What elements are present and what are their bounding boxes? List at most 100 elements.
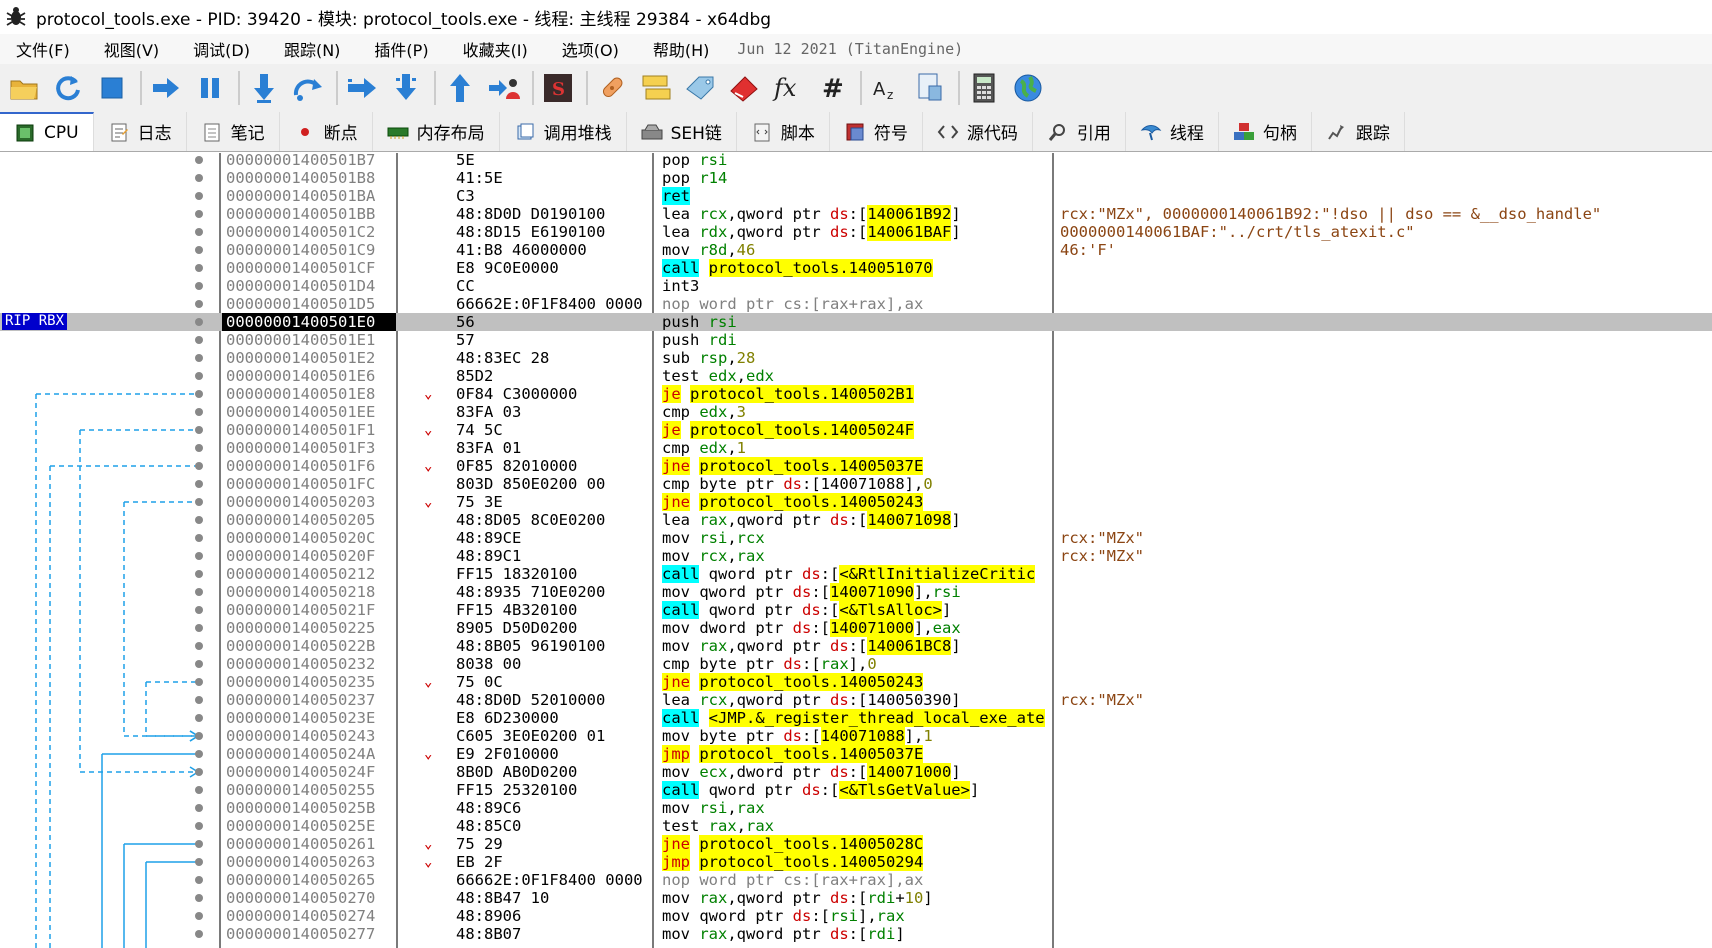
breakpoint-dot[interactable] xyxy=(195,372,203,380)
bookmark-icon[interactable] xyxy=(724,68,764,108)
disasm-row[interactable]: 0000000140050218 48:8935 710E0200 mov qwor… xyxy=(0,583,1712,601)
breakpoint-dot[interactable] xyxy=(195,930,203,938)
run-to-user-code-icon[interactable] xyxy=(484,68,524,108)
breakpoint-dot[interactable] xyxy=(195,588,203,596)
breakpoint-dot[interactable] xyxy=(195,300,203,308)
disasm-row[interactable]: 00000001400501EE 83FA 03 cmp edx,3 xyxy=(0,403,1712,421)
tab-threads[interactable]: 线程 xyxy=(1126,112,1219,151)
menu-file[interactable]: 文件(F) xyxy=(16,37,70,61)
breakpoint-dot[interactable] xyxy=(195,498,203,506)
pause-icon[interactable] xyxy=(190,68,230,108)
label-icon[interactable] xyxy=(680,68,720,108)
disasm-row[interactable]: 00000001400501E1 57 push rdi xyxy=(0,331,1712,349)
disasm-row[interactable]: 0000000140050232 8038 00 cmp byte ptr ds:[… xyxy=(0,655,1712,673)
disasm-row[interactable]: 000000014005022B 48:8B05 96190100 mov rax,… xyxy=(0,637,1712,655)
disasm-row[interactable]: 00000001400501BA C3 ret xyxy=(0,187,1712,205)
breakpoint-dot[interactable] xyxy=(195,426,203,434)
breakpoint-dot[interactable] xyxy=(195,678,203,686)
disasm-row[interactable]: 00000001400501E2 48:83EC 28 sub rsp,28 xyxy=(0,349,1712,367)
breakpoint-dot[interactable] xyxy=(195,570,203,578)
breakpoint-dot[interactable] xyxy=(195,660,203,668)
breakpoint-dot[interactable] xyxy=(195,642,203,650)
breakpoint-dot[interactable] xyxy=(195,246,203,254)
disasm-row[interactable]: 0000000140050261 ⌄ 75 29 jne protocol_tools… xyxy=(0,835,1712,853)
breakpoint-dot[interactable] xyxy=(195,318,203,326)
menu-debug[interactable]: 调试(D) xyxy=(193,37,250,61)
disasm-row[interactable]: 0000000140050203 ⌄ 75 3E jne protocol_tools… xyxy=(0,493,1712,511)
breakpoint-dot[interactable] xyxy=(195,174,203,182)
run-until-return-icon[interactable] xyxy=(440,68,480,108)
disasm-row[interactable]: 0000000140050274 48:8906 mov qword ptr ds:… xyxy=(0,907,1712,925)
breakpoint-dot[interactable] xyxy=(195,624,203,632)
breakpoint-dot[interactable] xyxy=(195,534,203,542)
comment-icon[interactable] xyxy=(636,68,676,108)
disasm-row[interactable]: 000000014005024A ⌄ E9 2F010000 jmp protocol… xyxy=(0,745,1712,763)
tab-call-stack[interactable]: 调用堆栈 xyxy=(500,112,627,151)
disasm-row[interactable]: 000000014005023E E8 6D230000 call <JMP.&_r… xyxy=(0,709,1712,727)
menu-favourites[interactable]: 收藏夹(I) xyxy=(463,37,528,61)
disasm-row[interactable]: 00000001400501F1 ⌄ 74 5C je protocol_tools.… xyxy=(0,421,1712,439)
tab-log[interactable]: 日志 xyxy=(94,112,187,151)
run-to-user-icon[interactable] xyxy=(342,68,382,108)
tab-trace[interactable]: 跟踪 xyxy=(1312,112,1405,151)
disasm-row[interactable]: 000000014005025B 48:89C6 mov rsi,rax xyxy=(0,799,1712,817)
disasm-row[interactable]: 0000000140050255 FF15 25320100 call qword … xyxy=(0,781,1712,799)
tab-memory-map[interactable]: 内存布局 xyxy=(373,112,500,151)
disasm-row[interactable]: 000000014005021F FF15 4B320100 call qword … xyxy=(0,601,1712,619)
breakpoint-dot[interactable] xyxy=(195,210,203,218)
tab-notes[interactable]: 笔记 xyxy=(187,112,280,151)
breakpoint-dot[interactable] xyxy=(195,804,203,812)
breakpoint-dot[interactable] xyxy=(195,858,203,866)
breakpoint-dot[interactable] xyxy=(195,480,203,488)
disasm-row[interactable]: 0000000140050225 8905 D50D0200 mov dword p… xyxy=(0,619,1712,637)
disasm-row[interactable]: 0000000140050277 48:8B07 mov rax,qword ptr… xyxy=(0,925,1712,943)
breakpoint-dot[interactable] xyxy=(195,732,203,740)
breakpoint-dot[interactable] xyxy=(195,192,203,200)
tab-symbols[interactable]: 符号 xyxy=(830,112,923,151)
breakpoint-dot[interactable] xyxy=(195,444,203,452)
disasm-row[interactable]: 00000001400501B8 41:5E pop r14 xyxy=(0,169,1712,187)
breakpoint-dot[interactable] xyxy=(195,462,203,470)
disasm-row[interactable]: 0000000140050263 ⌄ EB 2F jmp protocol_tools… xyxy=(0,853,1712,871)
disasm-row[interactable]: 0000000140050237 48:8D0D 52010000 lea rcx,… xyxy=(0,691,1712,709)
patch-icon[interactable] xyxy=(592,68,632,108)
disasm-row[interactable]: 000000014005020F 48:89C1 mov rcx,rax rcx:"M… xyxy=(0,547,1712,565)
cpu-disassembly-view[interactable]: 00000001400501B7 5E pop rsi 00000001400501B… xyxy=(0,151,1712,948)
breakpoint-dot[interactable] xyxy=(195,786,203,794)
breakpoint-dot[interactable] xyxy=(195,390,203,398)
disasm-row[interactable]: 00000001400501B7 5E pop rsi xyxy=(0,151,1712,169)
disasm-row[interactable]: 0000000140050205 48:8D05 8C0E0200 lea rax,… xyxy=(0,511,1712,529)
breakpoint-dot[interactable] xyxy=(195,822,203,830)
scylla-icon[interactable]: S xyxy=(538,68,578,108)
restart-icon[interactable] xyxy=(48,68,88,108)
step-into-trace-icon[interactable] xyxy=(386,68,426,108)
disasm-row[interactable]: 00000001400501BB 48:8D0D D0190100 lea rcx,… xyxy=(0,205,1712,223)
disasm-row[interactable]: 0000000140050265 66662E:0F1F8400 0000 nop … xyxy=(0,871,1712,889)
disasm-row[interactable]: 00000001400501CF E8 9C0E0000 call protocol… xyxy=(0,259,1712,277)
disasm-row[interactable]: 0000000140050270 48:8B47 10 mov rax,qword … xyxy=(0,889,1712,907)
disasm-row[interactable]: 00000001400501C9 41:B8 46000000 mov r8d,46… xyxy=(0,241,1712,259)
disasm-row[interactable]: 00000001400501C2 48:8D15 E6190100 lea rdx,… xyxy=(0,223,1712,241)
breakpoint-dot[interactable] xyxy=(195,912,203,920)
step-over-icon[interactable] xyxy=(288,68,328,108)
step-into-icon[interactable] xyxy=(244,68,284,108)
tab-breakpoints[interactable]: 断点 xyxy=(280,112,373,151)
run-icon[interactable] xyxy=(146,68,186,108)
globe-icon[interactable] xyxy=(1008,68,1048,108)
breakpoint-dot[interactable] xyxy=(195,228,203,236)
breakpoint-dot[interactable] xyxy=(195,714,203,722)
menu-plugins[interactable]: 插件(P) xyxy=(374,37,428,61)
disasm-row[interactable]: 00000001400501F6 ⌄ 0F85 82010000 jne protoc… xyxy=(0,457,1712,475)
breakpoint-dot[interactable] xyxy=(195,408,203,416)
breakpoint-dot[interactable] xyxy=(195,894,203,902)
tab-references[interactable]: 引用 xyxy=(1033,112,1126,151)
open-icon[interactable] xyxy=(4,68,44,108)
disasm-row[interactable]: 000000014005020C 48:89CE mov rsi,rcx rcx:"M… xyxy=(0,529,1712,547)
stop-icon[interactable] xyxy=(92,68,132,108)
disasm-row[interactable]: 0000000140050243 C605 3E0E0200 01 mov byte… xyxy=(0,727,1712,745)
breakpoint-dot[interactable] xyxy=(195,876,203,884)
font-icon[interactable]: Az xyxy=(866,68,906,108)
disasm-row[interactable]: 000000014005024F 8B0D AB0D0200 mov ecx,dwo… xyxy=(0,763,1712,781)
disasm-row[interactable]: 000000014005025E 48:85C0 test rax,rax xyxy=(0,817,1712,835)
tab-source[interactable]: 源代码 xyxy=(923,112,1033,151)
